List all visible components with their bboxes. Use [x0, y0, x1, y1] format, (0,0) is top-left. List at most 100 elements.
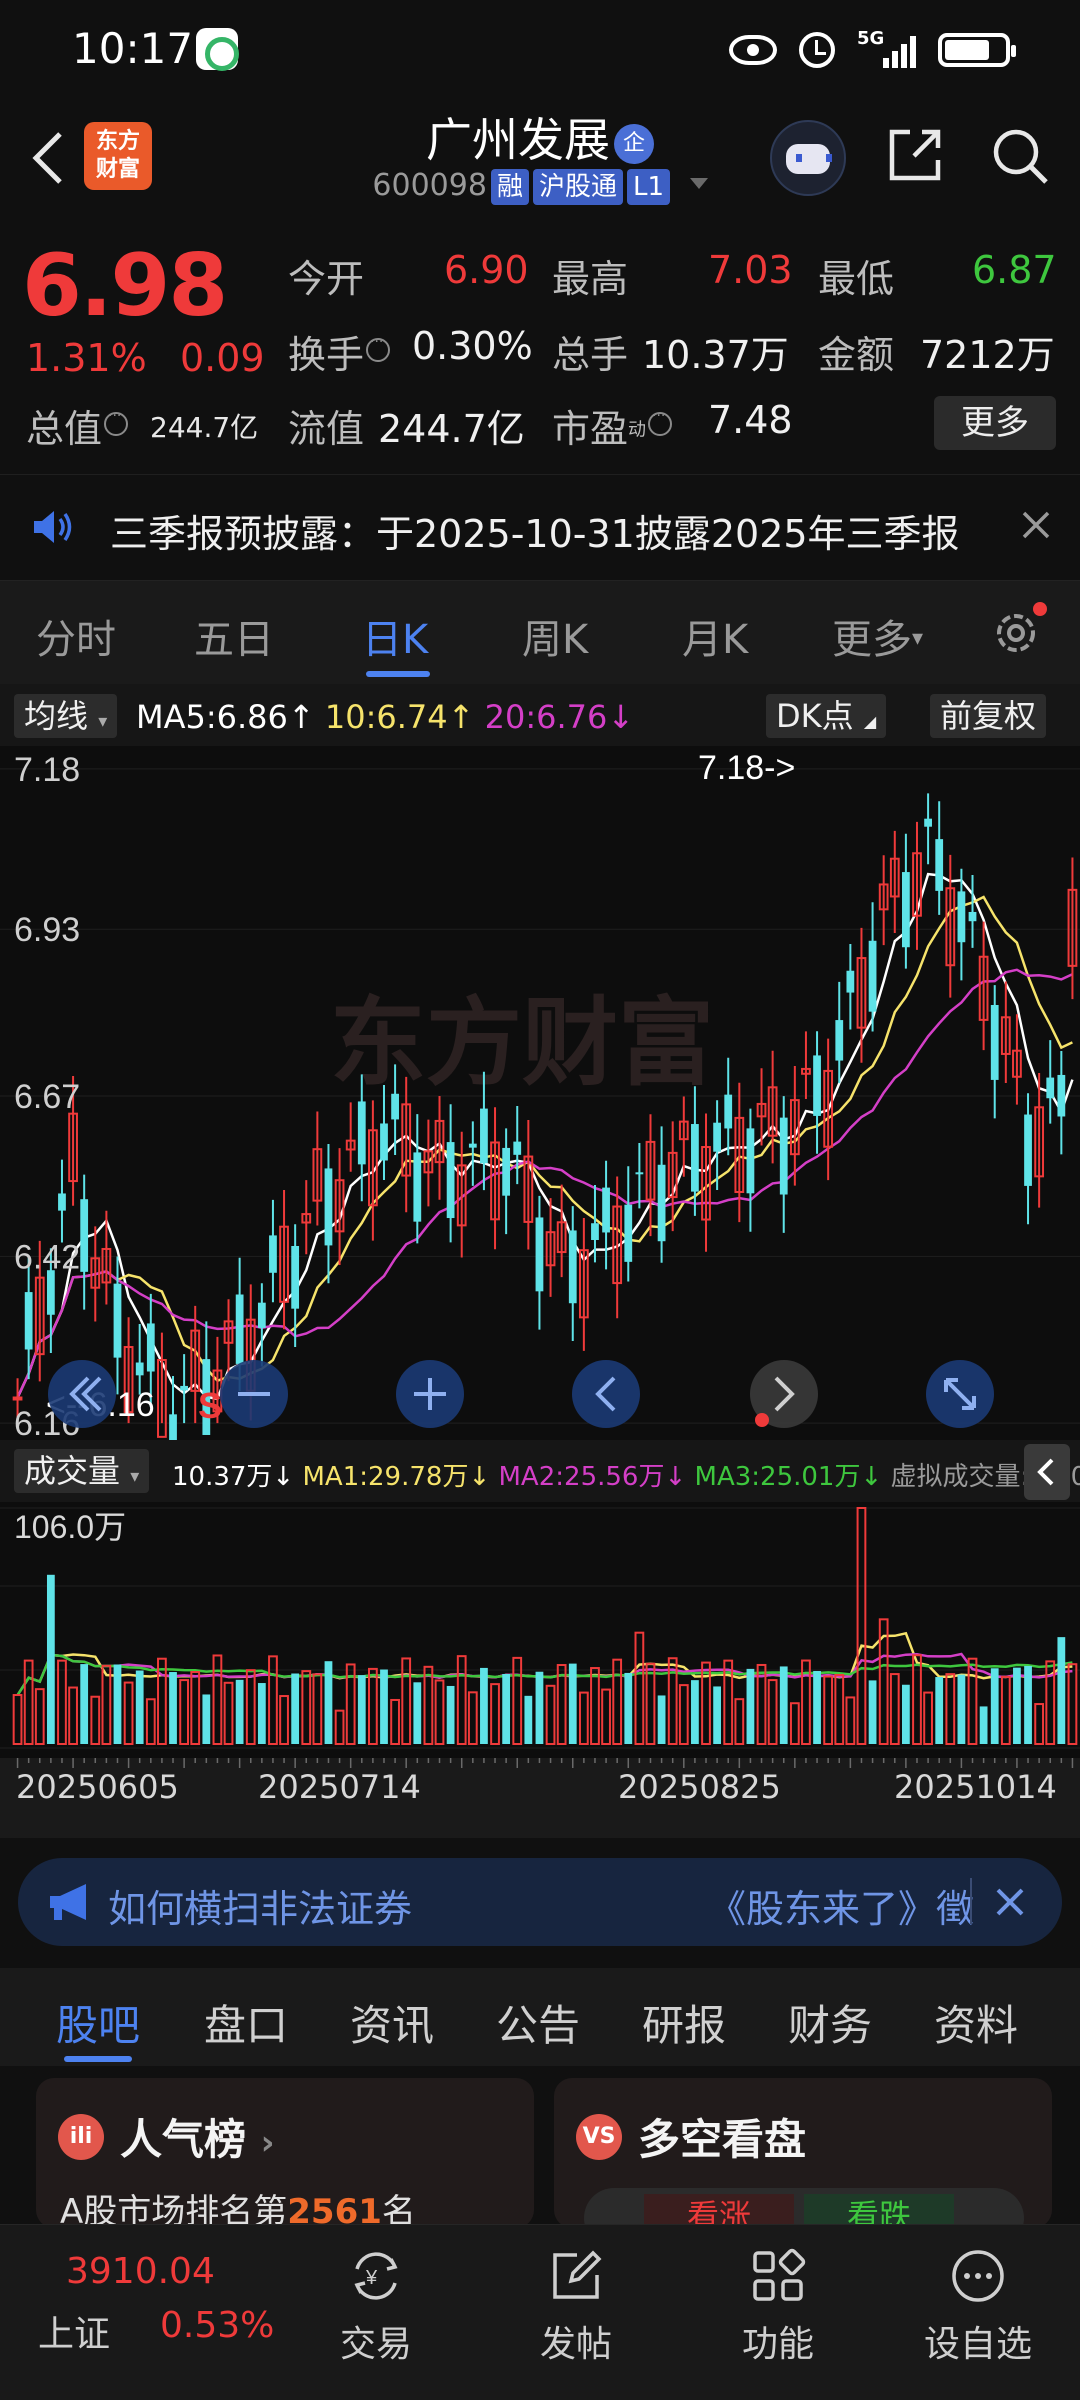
candle-body — [12, 1396, 23, 1401]
vol-ma2: MA2:25.56万↓ — [498, 1462, 687, 1492]
volume-bar — [413, 1682, 422, 1744]
dk-points-button[interactable]: DK点 ◢ — [766, 694, 887, 738]
volume-bar — [524, 1695, 533, 1744]
tab-daily-k[interactable]: 日K — [362, 607, 428, 665]
quote-amount-label: 金额 — [818, 333, 895, 377]
vote-up-button[interactable]: 看涨 — [644, 2194, 794, 2228]
tab-forum[interactable]: 股吧 — [56, 1992, 140, 2053]
quote-low-label: 最低 — [818, 257, 895, 301]
network-type: 5G — [857, 28, 885, 49]
index-change[interactable]: 0.53% — [160, 2305, 274, 2346]
candle-body — [591, 1223, 599, 1241]
vol-ma1: MA1:29.78万↓ — [302, 1462, 491, 1492]
ranking-icon: ili — [58, 2114, 104, 2160]
tab-news[interactable]: 资讯 — [350, 1992, 434, 2053]
candle-body — [990, 1005, 999, 1080]
zoom-in-button[interactable] — [396, 1360, 464, 1428]
candle-body — [968, 911, 977, 922]
date-label: 20250605 — [16, 1768, 179, 1806]
index-value[interactable]: 3910.04 — [66, 2251, 215, 2292]
ma-toggle[interactable]: 均线 ▾ — [14, 694, 118, 738]
candle-body — [235, 1294, 244, 1364]
nav-watchlist-label: 设自选 — [923, 2324, 1032, 2365]
nav-post[interactable]: 发帖 — [486, 2225, 666, 2367]
gear-icon[interactable] — [990, 601, 1050, 661]
tab-research[interactable]: 研报 — [642, 1992, 726, 2053]
candle-body — [502, 1147, 511, 1196]
nav-trade[interactable]: ¥ 交易 — [286, 2225, 466, 2367]
volume-bar — [446, 1685, 455, 1744]
volume-bar — [713, 1686, 722, 1744]
banner-text-right: 《股东来了》徵 — [708, 1887, 975, 1931]
volume-toggle[interactable]: 成交量 ▾ — [14, 1449, 150, 1493]
zoom-out-button[interactable] — [220, 1360, 288, 1428]
tab-monthly-k[interactable]: 月K — [682, 607, 748, 665]
tab-five-day[interactable]: 五日 — [194, 607, 274, 665]
notice-text: 三季报预披露：于2025-10-31披露2025年三季报 — [110, 512, 960, 556]
bull-bear-card[interactable]: VS 多空看盘 看涨 看跌 — [554, 2078, 1052, 2228]
volume-bar — [113, 1664, 122, 1744]
search-icon[interactable] — [988, 124, 1052, 188]
scroll-right-button[interactable] — [750, 1360, 818, 1428]
volume-bar — [46, 1574, 55, 1744]
tab-profile[interactable]: 资料 — [934, 1992, 1018, 2053]
scroll-left-button[interactable] — [572, 1360, 640, 1428]
notice-bar[interactable]: 三季报预披露：于2025-10-31披露2025年三季报 — [0, 474, 1080, 578]
candle-body — [746, 1128, 755, 1194]
tab-intraday[interactable]: 分时 — [36, 607, 116, 665]
nav-functions-label: 功能 — [741, 2324, 814, 2365]
quote-open-value: 6.90 — [444, 248, 529, 292]
speaker-icon — [34, 511, 72, 543]
candle-body — [113, 1283, 122, 1358]
fast-back-button[interactable] — [48, 1360, 116, 1428]
candle-body — [80, 1199, 89, 1272]
rank-value: 2561 — [287, 2192, 382, 2228]
volume-bar — [80, 1664, 89, 1744]
bull-bear-title: 多空看盘 — [638, 2115, 807, 2164]
info-icon[interactable] — [104, 408, 129, 436]
info-icon[interactable] — [648, 408, 673, 436]
candle-body — [713, 1122, 722, 1152]
ma5-value: MA5:6.86↑ — [136, 698, 315, 736]
ai-assistant-icon[interactable] — [770, 120, 846, 196]
tab-orderbook[interactable]: 盘口 — [204, 1992, 288, 2053]
quote-low-value: 6.87 — [972, 248, 1057, 292]
more-quote-button[interactable]: 更多 — [934, 396, 1056, 450]
info-icon[interactable] — [366, 334, 391, 362]
share-icon[interactable] — [884, 124, 946, 186]
edit-icon — [553, 2250, 602, 2299]
nav-functions[interactable]: 功能 — [688, 2225, 868, 2367]
promo-banner[interactable]: 如何横扫非法证券 《股东来了》徵 — [18, 1858, 1062, 1946]
close-icon[interactable] — [988, 1880, 1032, 1924]
tab-announcements[interactable]: 公告 — [496, 1992, 580, 2053]
index-name[interactable]: 上证 — [38, 2305, 110, 2357]
nav-watchlist[interactable]: 设自选 — [888, 2225, 1068, 2367]
sell-signal: S — [198, 1385, 222, 1426]
vote-down-button[interactable]: 看跌 — [804, 2194, 954, 2228]
expand-icon[interactable] — [1024, 1444, 1070, 1500]
tab-financials[interactable]: 财务 — [788, 1992, 872, 2053]
nav-trade-label: 交易 — [339, 2324, 412, 2365]
volume-chart[interactable]: 106.0万 — [0, 1502, 1080, 1758]
price-adjust-button[interactable]: 前复权 — [930, 694, 1047, 738]
ma20-value: 20:6.76↓ — [484, 698, 635, 736]
divider — [970, 1878, 972, 1924]
fullscreen-button[interactable] — [926, 1360, 994, 1428]
candle-body — [846, 970, 855, 993]
quote-volume-value: 10.37万 — [642, 333, 789, 377]
candle-body — [391, 1093, 399, 1120]
candle-body — [868, 940, 877, 1012]
volume-bar — [935, 1677, 944, 1744]
bottom-nav: 3910.04 上证 0.53% ¥ 交易 发帖 功能 设自选 — [0, 2224, 1080, 2400]
kline-chart[interactable]: 东方财富 7.186.936.676.426.16 7.18-> <--6.16… — [0, 746, 1080, 1440]
volume-bar — [901, 1684, 910, 1744]
eye-icon — [729, 35, 777, 65]
popularity-title: 人气榜 › — [120, 2115, 275, 2164]
tab-more[interactable]: 更多▾ — [832, 607, 923, 665]
candle-body — [468, 1143, 477, 1148]
tab-weekly-k[interactable]: 周K — [522, 607, 588, 665]
period-tabs: 分时 五日 日K 周K 月K 更多▾ — [0, 580, 1080, 684]
candle-body — [602, 1187, 610, 1233]
close-icon[interactable] — [1016, 505, 1056, 545]
popularity-card[interactable]: ili 人气榜 › A股市场排名第2561名 — [36, 2078, 534, 2228]
